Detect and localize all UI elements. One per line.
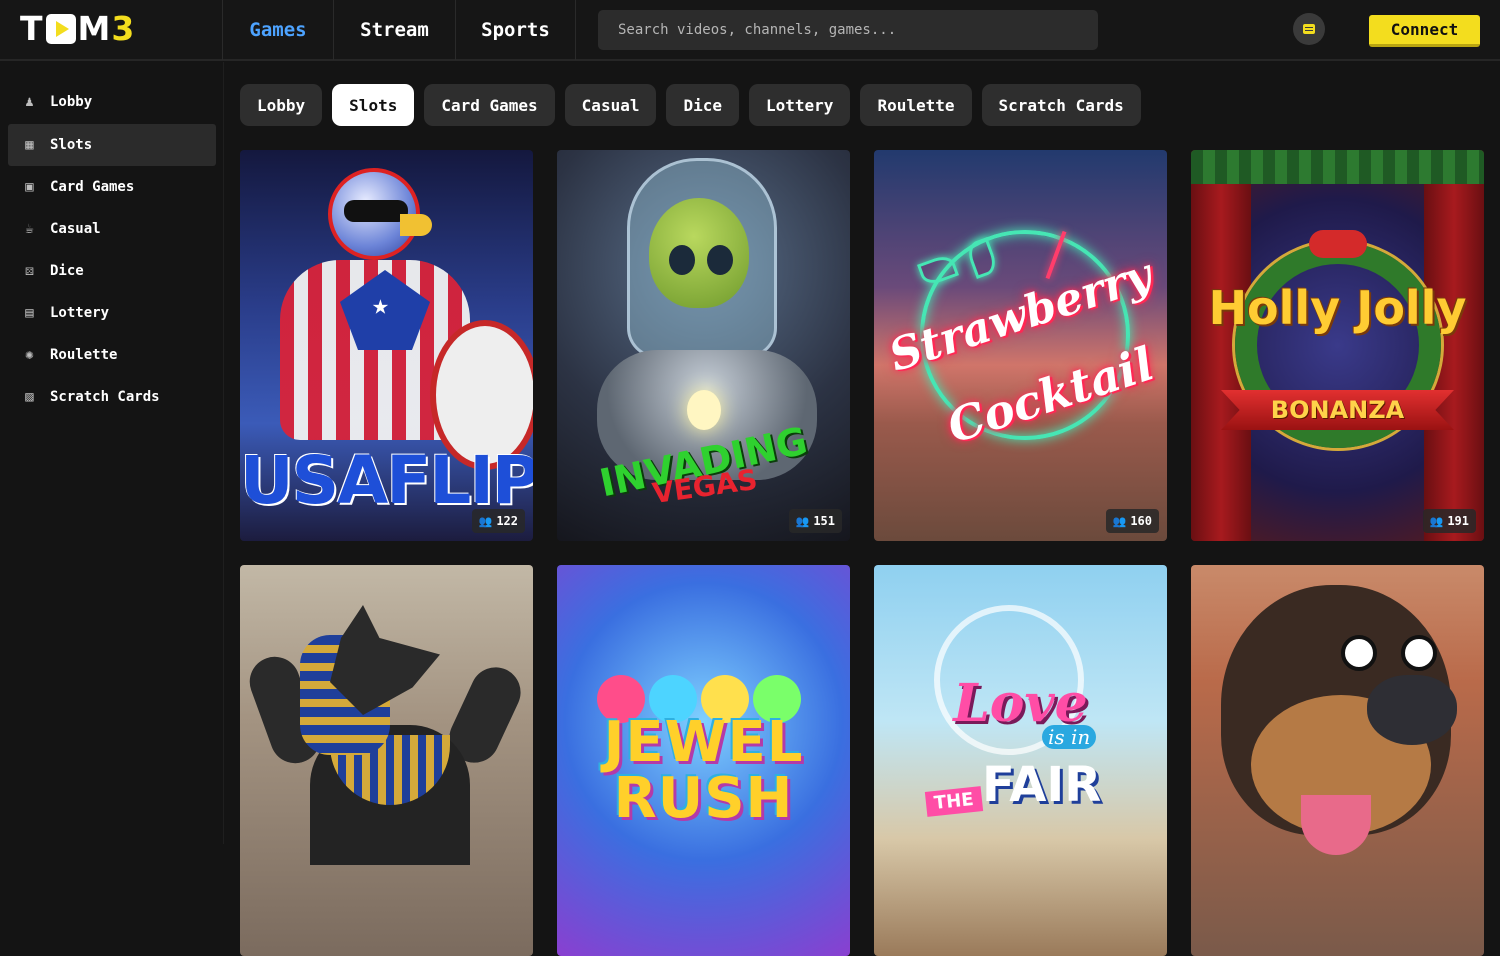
game-title: JEWEL RUSH (603, 710, 804, 831)
card-games-icon: ▣ (25, 179, 34, 195)
logo-letter: T (20, 9, 44, 48)
chip-card-games[interactable]: Card Games (424, 84, 555, 126)
sidebar-item-label: Lobby (50, 94, 93, 110)
people-icon: 👥 (1112, 514, 1127, 528)
logo-play-icon (45, 14, 76, 44)
chip-slots[interactable]: Slots (332, 84, 415, 126)
game-art (687, 390, 721, 430)
tab-sports[interactable]: Sports (455, 0, 576, 60)
game-art (1309, 230, 1367, 258)
game-art (1301, 795, 1371, 855)
slots-icon: ▦ (25, 137, 34, 153)
player-count-badge: 👥 151 (788, 509, 842, 533)
chat-button[interactable] (1293, 13, 1325, 45)
game-subtitle: FAIR (982, 757, 1102, 813)
game-title: Holly Jolly (1208, 281, 1467, 335)
sidebar-item-lobby[interactable]: ♟ Lobby (8, 81, 216, 123)
game-art (649, 198, 749, 308)
sidebar-item-label: Dice (50, 263, 84, 279)
game-art (1191, 150, 1484, 184)
sidebar-item-casual[interactable]: ☕ Casual (8, 208, 216, 250)
sidebar-item-label: Casual (50, 221, 101, 237)
game-subtitle: THE (924, 786, 983, 817)
roulette-icon: ✺ (25, 347, 34, 363)
chip-roulette[interactable]: Roulette (860, 84, 972, 126)
connect-button[interactable]: Connect (1369, 15, 1480, 47)
top-navbar: T M 3 Games Stream Sports Connect (0, 0, 1500, 61)
player-count: 122 (496, 514, 518, 528)
game-card[interactable]: JEWEL RUSH (557, 565, 850, 956)
sidebar-item-label: Lottery (50, 305, 110, 321)
sidebar-item-slots[interactable]: ▦ Slots (8, 124, 216, 166)
game-card[interactable]: Holly Jolly BONANZA 👥 191 (1191, 150, 1484, 541)
main-tabs: Games Stream Sports (222, 0, 576, 60)
sidebar-item-dice[interactable]: ⚄ Dice (8, 250, 216, 292)
sidebar-item-card-games[interactable]: ▣ Card Games (8, 166, 216, 208)
player-count-badge: 👥 160 (1105, 509, 1159, 533)
chat-icon (1303, 24, 1315, 34)
game-card[interactable]: USAFLIP 👥 122 (240, 150, 533, 541)
logo-letter: 3 (111, 9, 136, 48)
people-icon: 👥 (478, 514, 493, 528)
logo[interactable]: T M 3 (20, 12, 135, 46)
sidebar-item-label: Slots (50, 137, 93, 153)
player-count-badge: 👥 191 (1422, 509, 1476, 533)
logo-letter: M (77, 9, 112, 48)
game-subtitle: BONANZA (1270, 396, 1405, 424)
player-count: 191 (1447, 514, 1469, 528)
game-art (669, 245, 695, 275)
game-card[interactable]: Love is in THE FAIR (874, 565, 1167, 956)
game-art (707, 245, 733, 275)
chip-lottery[interactable]: Lottery (749, 84, 851, 126)
people-icon: 👥 (1429, 514, 1444, 528)
chip-casual[interactable]: Casual (564, 84, 657, 126)
game-art (1367, 675, 1457, 745)
dice-icon: ⚄ (25, 263, 34, 279)
sidebar-item-roulette[interactable]: ✺ Roulette (8, 334, 216, 376)
game-art (330, 605, 440, 715)
sidebar-item-label: Scratch Cards (50, 389, 160, 405)
search-input[interactable] (598, 10, 1098, 50)
chip-lobby[interactable]: Lobby (240, 84, 323, 126)
game-art: BONANZA (1221, 390, 1454, 430)
tab-games[interactable]: Games (222, 0, 333, 60)
game-card[interactable] (240, 565, 533, 956)
category-filter: Lobby Slots Card Games Casual Dice Lotte… (240, 84, 1141, 126)
player-count: 151 (813, 514, 835, 528)
game-art (344, 200, 408, 222)
game-title: Love (953, 673, 1088, 734)
sidebar-item-scratch-cards[interactable]: ▨ Scratch Cards (8, 376, 216, 418)
sidebar-item-lottery[interactable]: ▤ Lottery (8, 292, 216, 334)
game-art (400, 214, 432, 236)
player-count-badge: 👥 122 (471, 509, 525, 533)
game-card[interactable]: INVADING VEGAS 👥 151 (557, 150, 850, 541)
scratch-cards-icon: ▨ (25, 389, 34, 405)
game-art (1341, 635, 1377, 671)
game-card[interactable]: Strawberry Cocktail 👥 160 (874, 150, 1167, 541)
lottery-icon: ▤ (25, 305, 34, 321)
game-art (1401, 635, 1437, 671)
chip-scratch-cards[interactable]: Scratch Cards (981, 84, 1141, 126)
sidebar-item-label: Card Games (50, 179, 135, 195)
sidebar-item-label: Roulette (50, 347, 118, 363)
game-subtitle: is in (1042, 725, 1097, 749)
casual-icon: ☕ (25, 221, 34, 237)
chip-dice[interactable]: Dice (666, 84, 739, 126)
tab-stream[interactable]: Stream (333, 0, 455, 60)
game-title: USAFLIP (240, 442, 533, 519)
sidebar: ♟ Lobby ▦ Slots ▣ Card Games ☕ Casual ⚄ … (0, 62, 224, 844)
people-icon: 👥 (795, 514, 810, 528)
player-count: 160 (1130, 514, 1152, 528)
game-card[interactable] (1191, 565, 1484, 956)
lobby-icon: ♟ (25, 94, 34, 110)
